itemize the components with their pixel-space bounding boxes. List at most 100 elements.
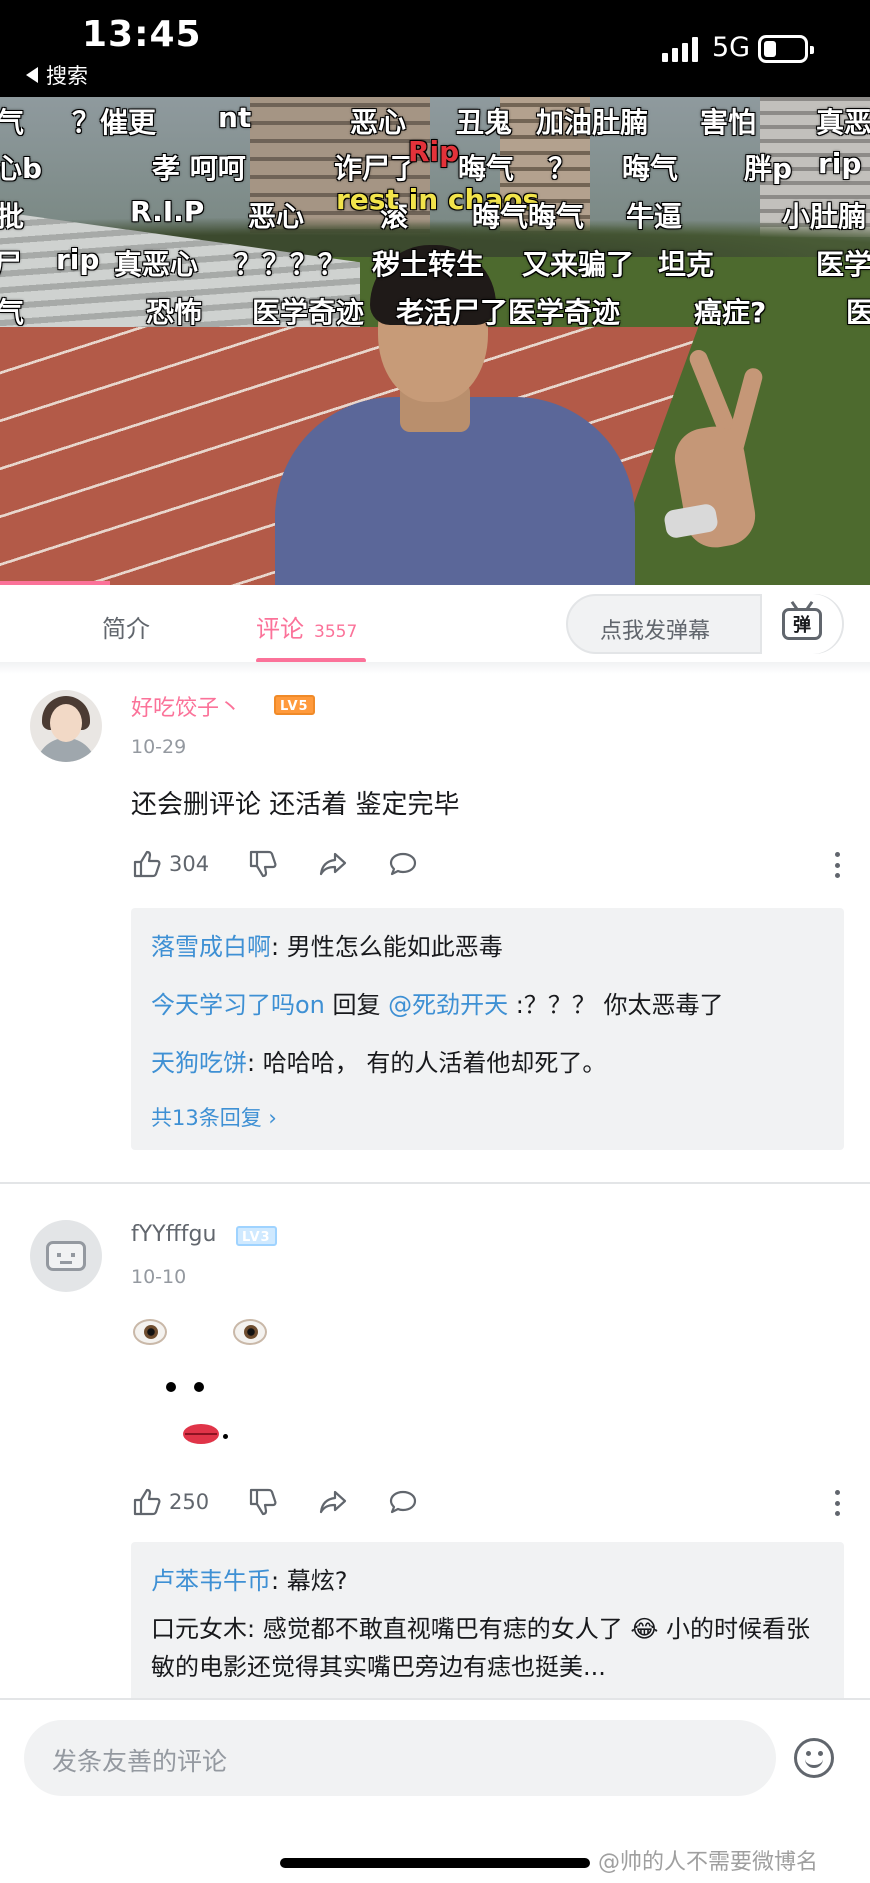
danmaku-comment: 秽土转生 — [372, 248, 485, 281]
danmaku-comment: ？？？？ — [234, 248, 347, 281]
danmaku-comment: 晦气 — [622, 152, 679, 185]
danmaku-comment: 坦克 — [658, 248, 715, 281]
dot-emoji — [194, 1382, 204, 1392]
avatar[interactable] — [30, 1220, 102, 1292]
danmaku-comment: 牛逼 — [626, 200, 683, 233]
thumbs-up-icon — [133, 850, 161, 878]
reply-button[interactable] — [387, 1486, 419, 1518]
comment-username[interactable]: 好吃饺子丶 — [131, 690, 241, 722]
back-triangle-icon — [26, 67, 38, 83]
danmaku-comment: rip — [818, 147, 862, 180]
danmaku-comment: 医 — [846, 296, 870, 329]
like-button[interactable]: 304 — [131, 848, 209, 880]
reply-text: 男性怎么能如此恶毒 — [286, 933, 503, 961]
danmaku-toggle-button[interactable]: 弹 — [760, 594, 842, 654]
reply-item: 卢苯韦牛币: 幕炫? — [151, 1552, 824, 1610]
comment-count: 3557 — [314, 622, 358, 642]
danmaku-comment: 又来骗了 — [522, 248, 635, 281]
view-all-replies-link[interactable]: 共13条回复 › — [151, 1096, 824, 1140]
thumbs-down-icon — [249, 850, 277, 878]
danmaku-comment: nt — [218, 101, 252, 134]
like-button[interactable]: 250 — [131, 1486, 209, 1518]
danmaku-comment: 恶心 — [350, 106, 407, 139]
reply-username[interactable]: 天狗吃饼 — [151, 1049, 247, 1077]
reply-username[interactable]: 卢苯韦牛币 — [151, 1567, 271, 1595]
thumbs-down-icon — [249, 1488, 277, 1516]
bottom-comment-bar: 发条友善的评论 @帅的人不需要微博名 — [0, 1698, 870, 1883]
reply-separator: : — [247, 1049, 263, 1077]
more-options-icon[interactable] — [834, 852, 840, 878]
comment-input[interactable]: 发条友善的评论 — [24, 1720, 776, 1796]
tab-shadow — [0, 662, 870, 674]
comment-username[interactable]: fYYfffgu — [131, 1222, 216, 1247]
comment-actions: 250 — [131, 1486, 457, 1518]
comment-actions: 304 — [131, 848, 457, 880]
danmaku-comment: ？催更 — [72, 106, 157, 139]
danmaku-comment: 老活尸了医学奇迹 — [396, 296, 621, 329]
dislike-button[interactable] — [247, 1486, 279, 1518]
reply-text: 幕炫? — [286, 1567, 348, 1595]
danmaku-comment: R.I.P — [130, 195, 205, 228]
comment-text: 还会删评论 还活着 鉴定完毕 — [131, 790, 460, 820]
reply-preview-box[interactable]: 落雪成白啊: 男性怎么能如此恶毒 今天学习了吗on 回复 @死劲开天 :？？？ … — [131, 908, 844, 1150]
more-options-icon[interactable] — [834, 1490, 840, 1516]
danmaku-comment: 丑鬼 — [456, 106, 513, 139]
reply-username[interactable]: 今天学习了吗on — [151, 991, 325, 1019]
chat-bubble-icon — [389, 1490, 417, 1514]
back-to-search-link[interactable]: 搜索 — [26, 60, 88, 90]
danmaku-comment: 小肚腩 — [782, 200, 867, 233]
reply-button[interactable] — [387, 848, 419, 880]
share-button[interactable] — [317, 1486, 349, 1518]
emoji-picker-icon[interactable] — [794, 1738, 834, 1778]
status-bar: 13:45 搜索 5G — [0, 0, 870, 97]
danmaku-comment: ？ — [548, 152, 577, 185]
battery-icon — [758, 35, 814, 63]
danmaku-comment: 恐怖 — [146, 296, 203, 329]
comment-date: 10-29 — [131, 736, 187, 758]
tab-intro[interactable]: 简介 — [102, 609, 150, 644]
danmaku-comment: 加油肚腩 — [536, 106, 649, 139]
danmaku-comment: 晦气 — [458, 152, 515, 185]
danmaku-comment: Rip — [408, 135, 460, 168]
danmaku-tv-icon: 弹 — [782, 608, 822, 640]
video-player[interactable]: 气 ？催更 nt 恶心 丑鬼 加油肚腩 害怕 真恶 心b 孝 呵呵 诈尸了 Ri… — [0, 97, 870, 585]
comment-date: 10-10 — [131, 1266, 187, 1288]
send-danmaku-input[interactable]: 点我发弹幕 — [600, 613, 710, 645]
reply-username[interactable]: 落雪成白啊 — [151, 933, 271, 961]
like-count: 304 — [169, 852, 210, 876]
share-button[interactable] — [317, 848, 349, 880]
reply-separator: 回复 — [324, 991, 389, 1019]
reply-separator: : — [271, 933, 287, 961]
danmaku-comment: 癌症? — [694, 296, 767, 329]
comment-input-placeholder: 发条友善的评论 — [52, 1747, 228, 1776]
danmaku-comment: 真恶心 — [114, 248, 199, 281]
danmaku-comment: 尸 — [0, 248, 23, 281]
tab-comments-label: 评论 — [256, 615, 304, 643]
tab-comments[interactable]: 评论 3557 — [256, 609, 357, 644]
dot-emoji — [166, 1382, 176, 1392]
danmaku-comment: 气 — [0, 106, 25, 139]
dislike-button[interactable] — [247, 848, 279, 880]
reply-username[interactable]: 口元女木 — [151, 1615, 247, 1643]
reply-preview-box[interactable]: 卢苯韦牛币: 幕炫? 口元女木: 感觉都不敢直视嘴巴有痣的女人了 😂 小的时候看… — [131, 1542, 844, 1702]
tab-bar: 简介 评论 3557 点我发弹幕 弹 — [0, 585, 870, 665]
danmaku-comment: 孝 呵呵 — [152, 152, 246, 185]
dot-emoji — [223, 1434, 228, 1439]
chat-bubble-icon — [389, 852, 417, 876]
danmaku-comment: 害怕 — [700, 106, 757, 139]
danmaku-comment: 医学奇迹 — [252, 296, 365, 329]
home-indicator[interactable] — [280, 1858, 590, 1868]
danmaku-comment: 医学 — [816, 248, 870, 281]
thumbs-up-icon — [133, 1488, 161, 1516]
lips-emoji — [183, 1424, 219, 1444]
like-count: 250 — [169, 1490, 210, 1514]
reply-text: :？？？ 你太恶毒了 — [508, 991, 724, 1019]
avatar[interactable] — [30, 690, 102, 762]
reply-item: 今天学习了吗on 回复 @死劲开天 :？？？ 你太恶毒了 — [151, 976, 824, 1034]
danmaku-comment: 批 — [0, 200, 25, 233]
share-icon — [319, 852, 347, 876]
signal-icon — [662, 36, 698, 62]
send-danmaku-box[interactable]: 点我发弹幕 弹 — [566, 594, 844, 654]
comment-divider — [0, 1182, 870, 1184]
reply-mention[interactable]: @死劲开天 — [388, 991, 508, 1019]
